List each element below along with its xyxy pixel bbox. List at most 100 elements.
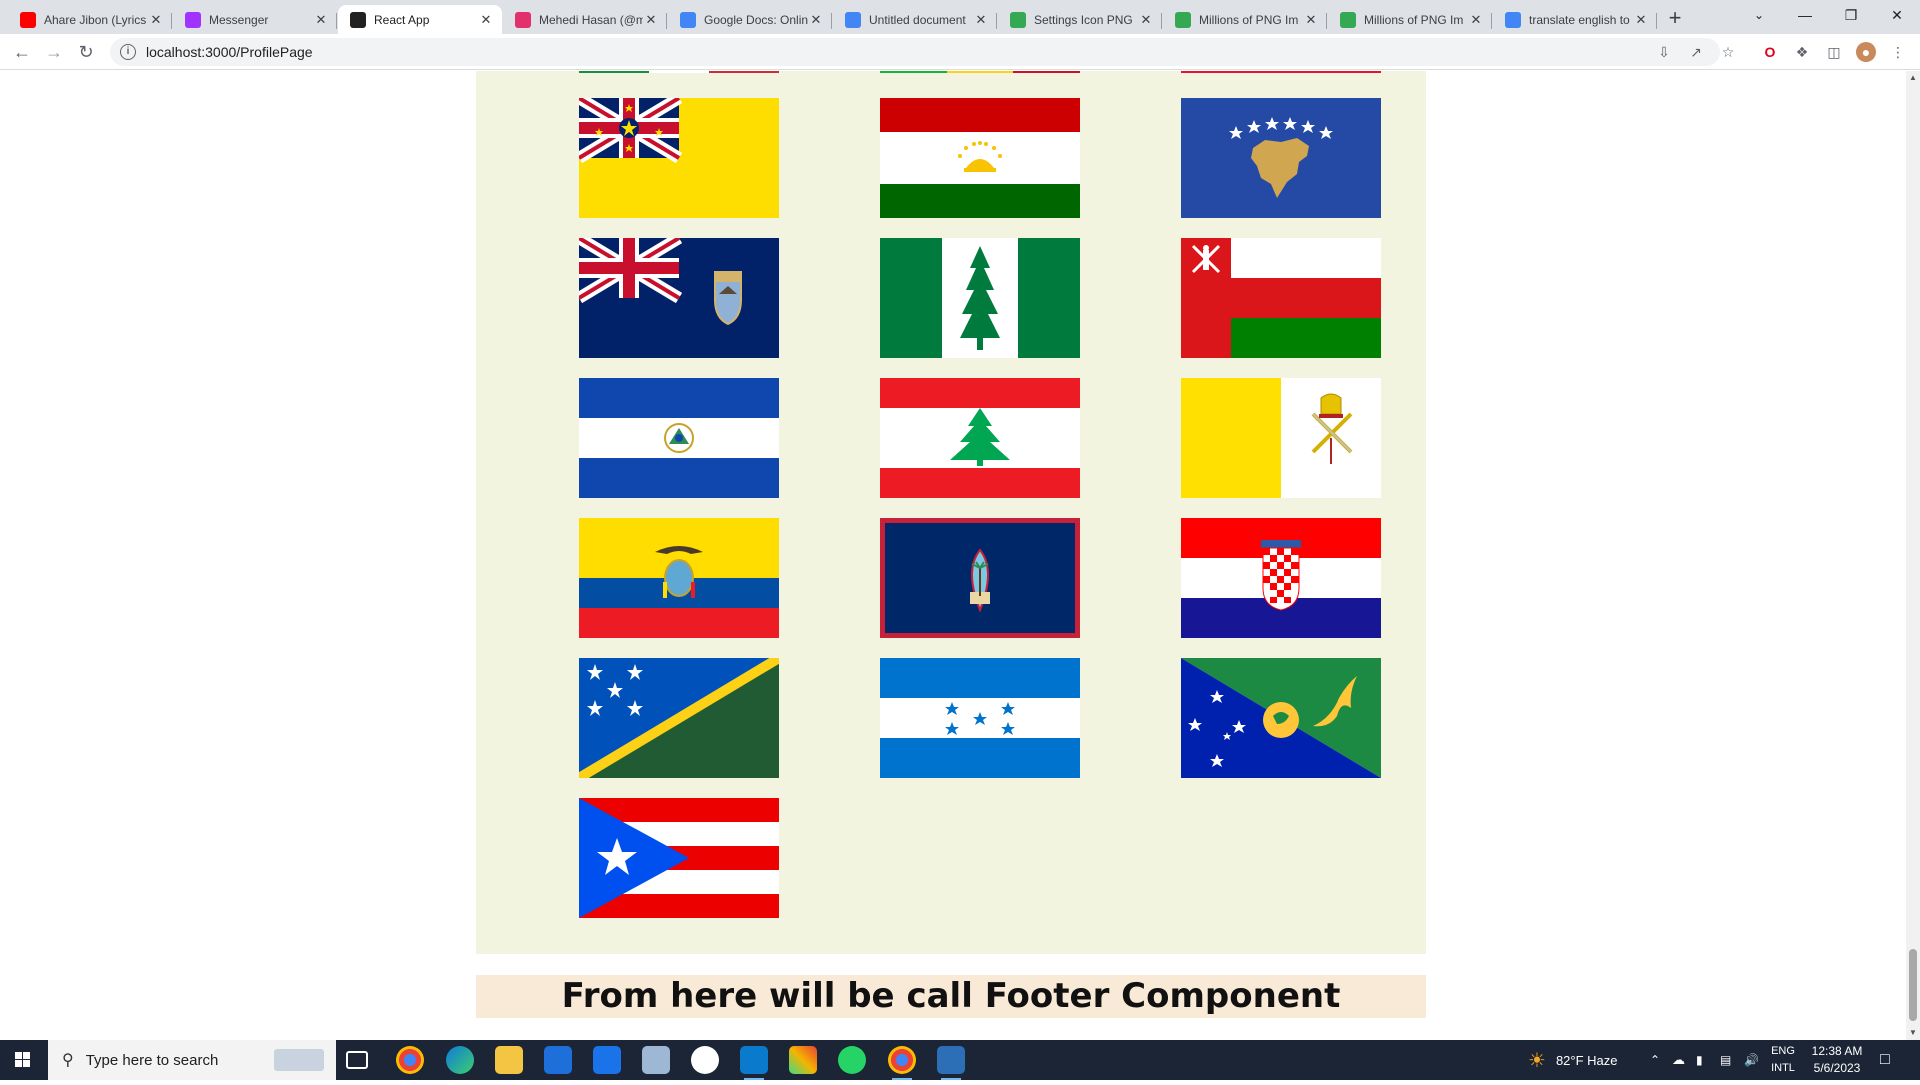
tab-close-icon[interactable]: ✕ [1138, 12, 1154, 28]
side-panel-icon[interactable]: ◫ [1824, 42, 1844, 62]
weather-widget[interactable]: ☀ 82°F Haze [1528, 1040, 1618, 1080]
tab-close-icon[interactable]: ✕ [148, 12, 164, 28]
flag-tajikistan[interactable] [880, 98, 1080, 218]
task-view-icon[interactable] [346, 1051, 368, 1069]
chrome-active-taskbar-icon[interactable] [888, 1046, 916, 1080]
volume-icon[interactable]: 🔊 [1744, 1040, 1759, 1080]
browser-tab[interactable]: Settings Icon PNG ✕ [998, 5, 1162, 34]
tab-separator [171, 13, 172, 29]
opera-extension-icon[interactable]: O [1760, 42, 1780, 62]
browser-tab[interactable]: React App ✕ [338, 5, 502, 34]
flag-kosovo[interactable] [1181, 98, 1381, 218]
flag-niue[interactable] [579, 98, 779, 218]
mail-icon[interactable] [593, 1046, 621, 1074]
flag-vatican-city[interactable] [1181, 378, 1381, 498]
tab-close-icon[interactable]: ✕ [478, 12, 494, 28]
browser-tab[interactable]: Untitled document ✕ [833, 5, 997, 34]
whatsapp-icon[interactable] [838, 1046, 866, 1074]
share-icon[interactable]: ↗ [1686, 42, 1706, 62]
install-app-icon[interactable]: ⇩ [1654, 42, 1674, 62]
tab-title: Ahare Jibon (Lyrics [44, 12, 147, 27]
input-language-indicator[interactable]: ENG INTL [1768, 1043, 1798, 1077]
scroll-down-arrow-icon[interactable]: ▼ [1906, 1026, 1920, 1040]
codepen-icon[interactable] [691, 1046, 719, 1074]
tab-close-icon[interactable]: ✕ [313, 12, 329, 28]
search-highlight-icon [274, 1049, 324, 1071]
google-docs-icon [680, 11, 696, 28]
edge-taskbar-icon[interactable] [446, 1046, 474, 1074]
reload-button[interactable]: ↻ [72, 38, 100, 66]
tab-title: Mehedi Hasan (@m [539, 12, 643, 27]
browser-tab[interactable]: Google Docs: Onlin ✕ [668, 5, 832, 34]
browser-tab[interactable]: Ahare Jibon (Lyrics ✕ [8, 5, 172, 34]
tab-separator [996, 13, 997, 29]
address-bar[interactable]: i localhost:3000/ProfilePage [110, 38, 1720, 66]
vscode-icon[interactable] [740, 1046, 768, 1080]
new-tab-button[interactable]: + [1662, 6, 1688, 32]
microsoft-store-icon[interactable] [544, 1046, 572, 1074]
restore-button[interactable]: ❐ [1828, 0, 1874, 30]
flag-honduras[interactable] [880, 658, 1080, 778]
flag-oman[interactable] [1181, 238, 1381, 358]
start-button[interactable] [0, 1040, 46, 1080]
show-hidden-icons-chevron-icon[interactable]: ⌃ [1650, 1040, 1660, 1080]
page-scrollbar[interactable]: ▲ ▼ [1906, 71, 1920, 1040]
battery-icon[interactable]: ▮ [1696, 1040, 1703, 1080]
browser-tab[interactable]: Mehedi Hasan (@m ✕ [503, 5, 667, 34]
minimize-button[interactable]: — [1782, 0, 1828, 30]
google-docs-icon [845, 11, 861, 28]
flag-guam[interactable] [880, 518, 1080, 638]
extensions-puzzle-icon[interactable]: ❖ [1792, 42, 1812, 62]
browser-tab[interactable]: Millions of PNG Im ✕ [1328, 5, 1492, 34]
pngtree-icon [1340, 11, 1356, 28]
git-app-icon[interactable] [789, 1046, 817, 1074]
tab-separator [1326, 13, 1327, 29]
flag-norfolk-island[interactable] [880, 238, 1080, 358]
tab-title: Millions of PNG Im [1199, 12, 1299, 27]
flag-saint-helena[interactable] [579, 238, 779, 358]
flag-christmas-island[interactable] [1181, 658, 1381, 778]
file-explorer-icon[interactable] [495, 1046, 523, 1074]
menu-kebab-icon[interactable]: ⋮ [1888, 42, 1908, 62]
flag-el-salvador[interactable] [579, 378, 779, 498]
flag-solomon-islands[interactable] [579, 658, 779, 778]
flag-croatia[interactable] [1181, 518, 1381, 638]
bookmark-star-icon[interactable]: ☆ [1718, 42, 1738, 62]
notification-center-icon[interactable]: □ [1880, 1040, 1890, 1080]
footer-placeholder: From here will be call Footer Component [476, 975, 1426, 1018]
site-info-icon[interactable]: i [120, 44, 136, 60]
chrome-taskbar-icon[interactable] [396, 1046, 424, 1074]
lang-code: ENG [1771, 1045, 1795, 1057]
tab-search-chevron-icon[interactable]: ⌄ [1736, 0, 1782, 30]
back-button[interactable]: ← [8, 38, 36, 66]
weather-sun-icon: ☀ [1528, 1049, 1546, 1072]
forward-button[interactable]: → [40, 38, 68, 66]
photos-app-icon[interactable] [937, 1046, 965, 1080]
onedrive-cloud-icon[interactable]: ☁ [1672, 1040, 1685, 1080]
search-icon: ⚲ [62, 1052, 74, 1069]
browser-tab[interactable]: Millions of PNG Im ✕ [1163, 5, 1327, 34]
notepad-icon[interactable] [642, 1046, 670, 1074]
network-icon[interactable]: ▤ [1720, 1040, 1731, 1080]
taskbar-search-box[interactable]: ⚲ Type here to search [48, 1040, 336, 1080]
flag-puerto-rico[interactable] [579, 798, 779, 918]
flag-ecuador[interactable] [579, 518, 779, 638]
scrollbar-thumb[interactable] [1909, 949, 1917, 1021]
weather-text: 82°F Haze [1555, 1052, 1618, 1068]
tab-close-icon[interactable]: ✕ [1468, 12, 1484, 28]
tab-close-icon[interactable]: ✕ [973, 12, 989, 28]
scroll-up-arrow-icon[interactable]: ▲ [1906, 71, 1920, 85]
browser-tab[interactable]: Messenger ✕ [173, 5, 337, 34]
close-window-button[interactable]: ✕ [1874, 0, 1920, 30]
tab-title: Settings Icon PNG [1034, 12, 1133, 27]
flag-partial-3 [1181, 71, 1381, 73]
tab-close-icon[interactable]: ✕ [1303, 12, 1319, 28]
tab-close-icon[interactable]: ✕ [808, 12, 824, 28]
tab-close-icon[interactable]: ✕ [643, 12, 659, 28]
profile-avatar[interactable]: ● [1856, 42, 1876, 62]
search-placeholder: Type here to search [85, 1051, 219, 1069]
flag-lebanon[interactable] [880, 378, 1080, 498]
browser-tab[interactable]: translate english to ✕ [1493, 5, 1657, 34]
tab-close-icon[interactable]: ✕ [1633, 12, 1649, 28]
system-clock[interactable]: 12:38 AM 5/6/2023 [1800, 1043, 1874, 1077]
